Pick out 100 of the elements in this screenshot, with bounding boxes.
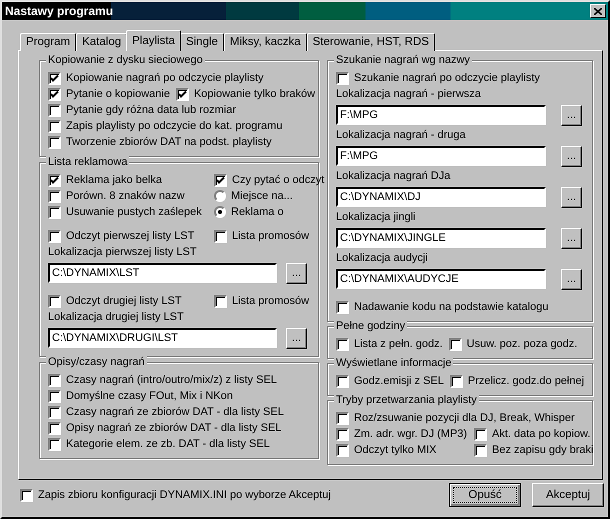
checkbox-label: Czy pytać o odczyt (232, 174, 324, 186)
browse-button[interactable]: ... (286, 262, 307, 284)
browse-button[interactable]: ... (286, 328, 307, 348)
checkbox-label: Roz/zsuwanie pozycji dla DJ, Break, Whisper (354, 412, 575, 424)
checkbox-label: Usuw. poz. poza godz. (466, 338, 578, 350)
checkbox-label: Przelicz. godz.do pełnej (468, 375, 584, 387)
field-label: Lokalizacja jingli (336, 210, 416, 225)
close-icon (594, 8, 602, 14)
checkbox[interactable] (336, 428, 349, 440)
field-label: Lokalizacja pierwszej listy LST (48, 245, 198, 260)
checkbox[interactable] (336, 72, 349, 84)
checkbox-label: Czasy nagrań ze zbiorów DAT - dla listy SEL (66, 406, 284, 418)
field-label: Lokalizacja nagrań - druga (336, 128, 467, 143)
checkbox[interactable] (48, 406, 61, 418)
checkbox-label: Zapis zbioru konfiguracji DYNAMIX.INI po wyborze Akceptuj (38, 489, 331, 501)
tab[interactable]: Sterowanie, HST, RDS (306, 33, 435, 51)
path-field[interactable]: F:\MPG (336, 146, 546, 166)
group-title: Kopiowanie z dysku sieciowego (46, 53, 205, 67)
tab[interactable]: Single (180, 33, 224, 51)
checkbox[interactable] (48, 120, 61, 132)
checkbox-label: Domyślne czasy FOut, Mix i NKon (66, 390, 233, 402)
checkbox[interactable] (48, 206, 61, 218)
dialog-button[interactable]: Opuść (449, 483, 521, 507)
field-label: Lokalizacja nagrań - pierwsza (336, 87, 482, 102)
browse-button[interactable]: ... (561, 268, 582, 290)
field-label: Lokalizacja drugiej listy LST (48, 310, 185, 325)
checkbox[interactable] (48, 104, 61, 116)
path-field[interactable]: C:\DYNAMIX\AUDYCJE (336, 269, 546, 289)
browse-button[interactable]: ... (561, 146, 582, 166)
checkbox-label: Usuwanie pustych zaślepek (66, 206, 202, 218)
checkbox[interactable] (214, 230, 227, 242)
checkbox[interactable] (48, 136, 61, 148)
path-field[interactable]: C:\DYNAMIX\DRUGI\LST (48, 328, 277, 348)
path-field[interactable]: C:\DYNAMIX\JINGLE (336, 228, 546, 248)
checkbox-label: Kopiowanie nagrań po odczycie playlisty (66, 72, 264, 84)
checkbox-label: Odczyt drugiej listy LST (66, 295, 182, 307)
checkbox-label: Reklama jako belka (66, 174, 162, 186)
checkbox-label: Tworzenie zbiorów DAT na podst. playlisty (66, 136, 272, 148)
checkbox[interactable] (336, 300, 349, 314)
checkbox-label: Pytanie o kopiowanie (66, 88, 170, 100)
browse-button[interactable]: ... (561, 228, 582, 248)
checkbox-label: Lista z pełn. godz. (354, 338, 443, 350)
checkbox-label: Bez zapisu gdy braki (492, 444, 594, 456)
checkbox-label: Nadawanie kodu na podstawie katalogu (354, 301, 548, 313)
browse-button[interactable]: ... (561, 186, 582, 208)
checkbox[interactable] (48, 190, 61, 202)
group-title: Wyświetlane informacje (334, 356, 454, 370)
checkbox[interactable] (214, 174, 227, 186)
checkbox[interactable] (48, 174, 61, 186)
checkbox-label: Akt. data po kopiow. (492, 428, 590, 440)
checkbox[interactable] (336, 338, 349, 350)
checkbox-label: Kopiowanie tylko braków (194, 88, 316, 100)
path-field[interactable]: C:\DYNAMIX\LST (48, 263, 277, 283)
checkbox[interactable] (474, 444, 487, 456)
checkbox[interactable] (48, 422, 61, 434)
checkbox[interactable] (450, 374, 463, 388)
close-button[interactable] (590, 4, 606, 18)
checkbox-label: Czasy nagrań (intro/outro/mix/z) z listy SEL (66, 374, 277, 386)
checkbox[interactable] (448, 338, 462, 350)
radio-label: Miejsce na... (231, 190, 293, 202)
checkbox[interactable] (336, 374, 349, 388)
checkbox[interactable] (20, 488, 33, 502)
checkbox[interactable] (48, 438, 61, 450)
checkbox-label: Kategorie elem. ze zb. DAT - dla listy SEL (66, 438, 270, 450)
radio-button[interactable] (214, 190, 226, 202)
checkbox[interactable] (48, 390, 61, 402)
radio-button[interactable] (214, 206, 226, 218)
path-field[interactable]: C:\DYNAMIX\DJ (336, 187, 546, 207)
group-title: Tryby przetwarzania playlisty (334, 393, 479, 407)
checkbox-label: Lista promosów (232, 230, 310, 242)
checkbox-label: Opisy nagrań ze zbiorów DAT - dla listy SEL (66, 422, 282, 434)
browse-button[interactable]: ... (561, 104, 582, 126)
group-title: Szukanie nagrań wg nazwy (334, 53, 472, 67)
tab[interactable]: Miksy, kaczka (224, 33, 307, 51)
checkbox-label: Lista promosów (232, 295, 310, 307)
checkbox[interactable] (48, 230, 61, 242)
tab[interactable]: Katalog (76, 33, 128, 51)
checkbox[interactable] (48, 294, 61, 308)
checkbox-label: Pytanie gdy różna data lub rozmiar (66, 104, 236, 116)
path-field[interactable]: F:\MPG (336, 105, 546, 125)
field-label: Lokalizacja nagrań DJa (336, 169, 452, 184)
checkbox[interactable] (336, 412, 349, 424)
tab[interactable]: Program (20, 33, 76, 51)
checkbox-label: Odczyt pierwszej listy LST (66, 230, 194, 242)
checkbox[interactable] (336, 444, 349, 456)
checkbox[interactable] (214, 294, 227, 308)
field-label: Lokalizacja audycji (336, 251, 429, 266)
checkbox[interactable] (48, 374, 61, 386)
checkbox-label: Porówn. 8 znaków nazw (66, 190, 185, 202)
group-title: Opisy/czasy nagrań (46, 355, 147, 369)
window-title: Nastawy programu (5, 4, 114, 18)
checkbox-label: Szukanie nagrań po odczycie playlisty (354, 72, 540, 84)
checkbox[interactable] (474, 428, 487, 440)
checkbox[interactable] (48, 88, 61, 100)
dialog-button[interactable]: Akceptuj (532, 483, 604, 507)
tab[interactable]: Playlista (126, 30, 181, 51)
checkbox[interactable] (48, 72, 61, 84)
checkbox-label: Zm. adr. wgr. DJ (MP3) (354, 428, 468, 440)
checkbox[interactable] (176, 88, 189, 100)
radio-label: Reklama o (231, 206, 284, 218)
